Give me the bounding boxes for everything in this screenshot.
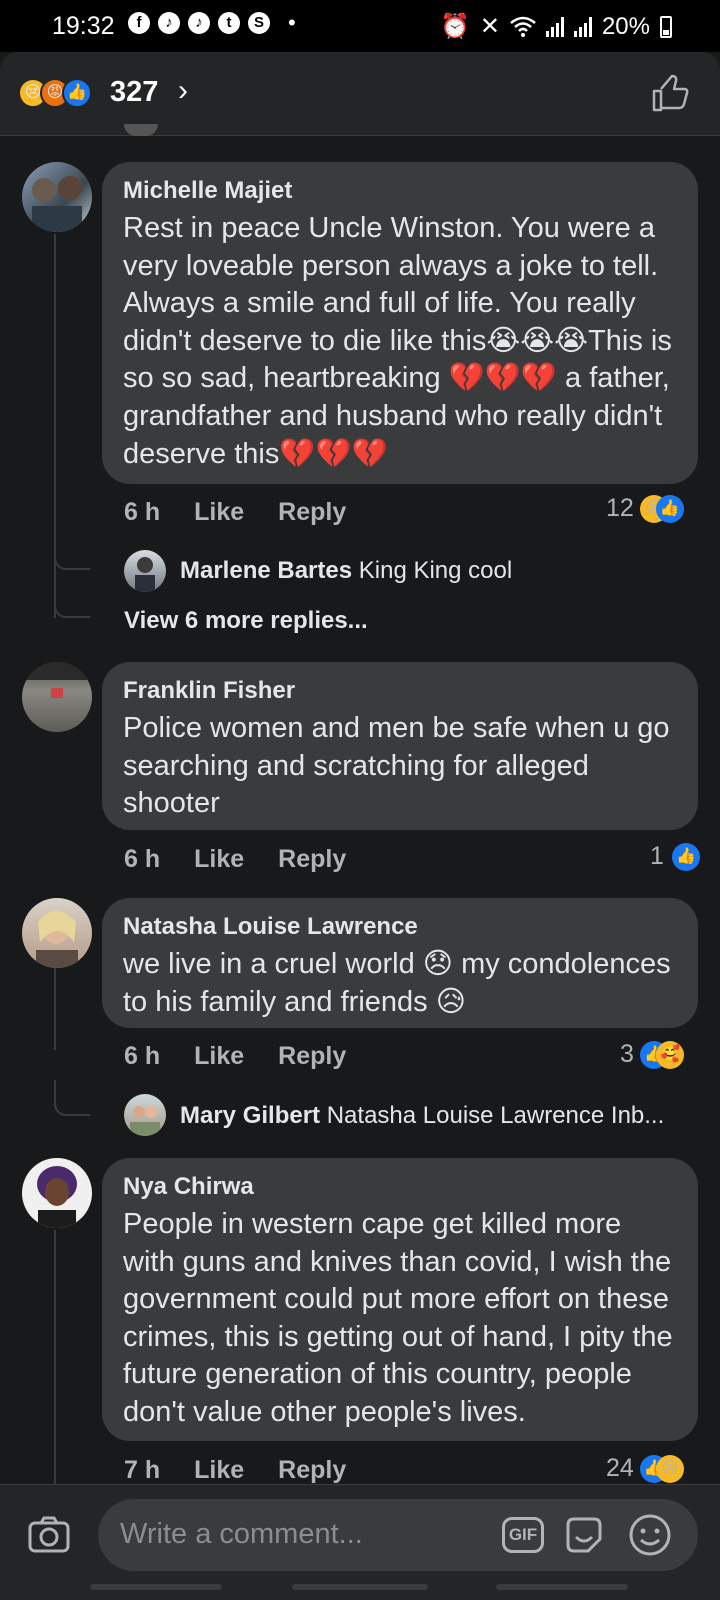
view-more-replies-link[interactable]: View 6 more replies... [124,607,368,635]
reaction-count: 1 [650,842,664,870]
thread-line [54,1230,56,1484]
comment-author[interactable]: Nya Chirwa [123,1172,678,1202]
thread-connector [54,590,90,618]
sticker-icon[interactable] [564,1515,604,1555]
comment-text: Rest in peace Uncle Winston. You were a … [123,212,672,470]
comment-text: People in western cape get killed more w… [123,1208,673,1428]
reply-author[interactable]: Marlene Bartes [180,557,352,584]
camera-icon[interactable] [28,1515,70,1553]
nav-bar-handle [90,1584,222,1590]
signal-icon [545,16,564,37]
comment-text: we live in a cruel world 😞 my condolence… [123,948,671,1018]
avatar[interactable] [124,550,166,592]
thread-connector [54,540,90,570]
wifi-icon [510,16,536,37]
app-s-icon: S [248,12,270,34]
notification-icons: f ♪ ♪ t S [128,12,270,34]
comment-time: 6 h [124,1042,161,1070]
comment-input[interactable]: Write a comment... GIF [98,1499,698,1571]
comment-composer: Write a comment... GIF [0,1484,720,1600]
twitter-icon: t [218,12,240,34]
reply-author[interactable]: Mary Gilbert [180,1102,320,1129]
more-notifications-dot: • [288,10,296,35]
like-button[interactable]: Like [194,1042,244,1071]
chevron-right-icon[interactable]: › [178,74,188,108]
mute-icon: ✕ [479,13,500,40]
facebook-icon: f [128,12,150,34]
comment-actions: 7 h Like Reply [124,1456,346,1485]
reaction-count: 12 [606,494,634,522]
avatar[interactable] [22,898,92,968]
comment-bubble: Franklin Fisher Police women and men be … [102,662,698,830]
like-reaction-icon: 👍 [62,78,92,108]
like-reaction-icon: 👍 [655,494,684,523]
alarm-icon: ⏰ [439,13,470,40]
reply-preview[interactable]: Mary Gilbert Natasha Louise Lawrence Inb… [180,1102,664,1130]
reaction-count[interactable]: 327 [110,76,158,109]
gif-button[interactable]: GIF [502,1517,544,1553]
battery-percent: 20% [601,12,650,40]
comment-bubble: Michelle Majiet Rest in peace Uncle Wins… [102,162,698,484]
reply-button[interactable]: Reply [278,845,346,874]
reaction-icons: 😢 😡 👍 [18,78,92,108]
avatar[interactable] [22,1158,92,1228]
comment-actions: 6 h Like Reply [124,845,346,874]
reply-button[interactable]: Reply [278,1042,346,1071]
emoji-icon[interactable] [628,1513,672,1557]
comment-reactions[interactable]: 24 👍 😢 [606,1454,684,1483]
reply-button[interactable]: Reply [278,498,346,527]
reply-preview[interactable]: Marlene Bartes King King cool [180,557,512,585]
comment-bubble: Nya Chirwa People in western cape get ki… [102,1158,698,1441]
clock: 19:32 [52,12,115,40]
nav-bar-handle [496,1584,628,1590]
avatar[interactable] [22,162,92,232]
comment-reactions[interactable]: 3 👍 🥰 [620,1040,684,1069]
comment-time: 6 h [124,845,161,873]
care-reaction-icon: 🥰 [655,1040,684,1069]
battery-icon [660,15,672,38]
sad-reaction-icon: 😢 [655,1454,684,1483]
system-status: ⏰ ✕ 20% [440,12,672,41]
comment-time: 6 h [124,498,161,526]
reaction-count: 24 [606,1454,634,1482]
reply-text: King King cool [358,557,513,584]
thread-line [54,968,56,1050]
reaction-count: 3 [620,1040,634,1068]
status-bar: 19:32 f ♪ ♪ t S • ⏰ ✕ 20% [0,0,720,52]
reply-button[interactable]: Reply [278,1456,346,1485]
comment-text: Police women and men be safe when u go s… [123,712,670,820]
comment-input-placeholder: Write a comment... [120,1518,363,1550]
comment-bubble: Natasha Louise Lawrence we live in a cru… [102,898,698,1028]
comment-actions: 6 h Like Reply [124,498,346,527]
like-button[interactable]: Like [194,845,244,874]
tiktok-icon: ♪ [188,12,210,34]
avatar[interactable] [124,1094,166,1136]
comment-reactions[interactable]: 1 👍 [650,842,700,871]
thread-connector [54,1080,90,1116]
reply-text: Natasha Louise Lawrence Inb... [326,1102,665,1129]
comment-author[interactable]: Michelle Majiet [123,176,678,206]
like-reaction-icon: 👍 [671,842,700,871]
signal-icon [573,16,592,37]
comment-actions: 6 h Like Reply [124,1042,346,1071]
avatar[interactable] [22,662,92,732]
like-button[interactable]: Like [194,498,244,527]
comment-reactions[interactable]: 12 😢 👍 [606,494,684,523]
reactions-header[interactable]: 😢 😡 👍 327 › [0,52,720,136]
comment-time: 7 h [124,1456,161,1484]
tiktok-icon: ♪ [158,12,180,34]
nav-bar-handle [292,1584,428,1590]
comment-author[interactable]: Natasha Louise Lawrence [123,912,678,942]
like-button-icon[interactable] [650,74,690,114]
comment-author[interactable]: Franklin Fisher [123,676,678,706]
like-button[interactable]: Like [194,1456,244,1485]
